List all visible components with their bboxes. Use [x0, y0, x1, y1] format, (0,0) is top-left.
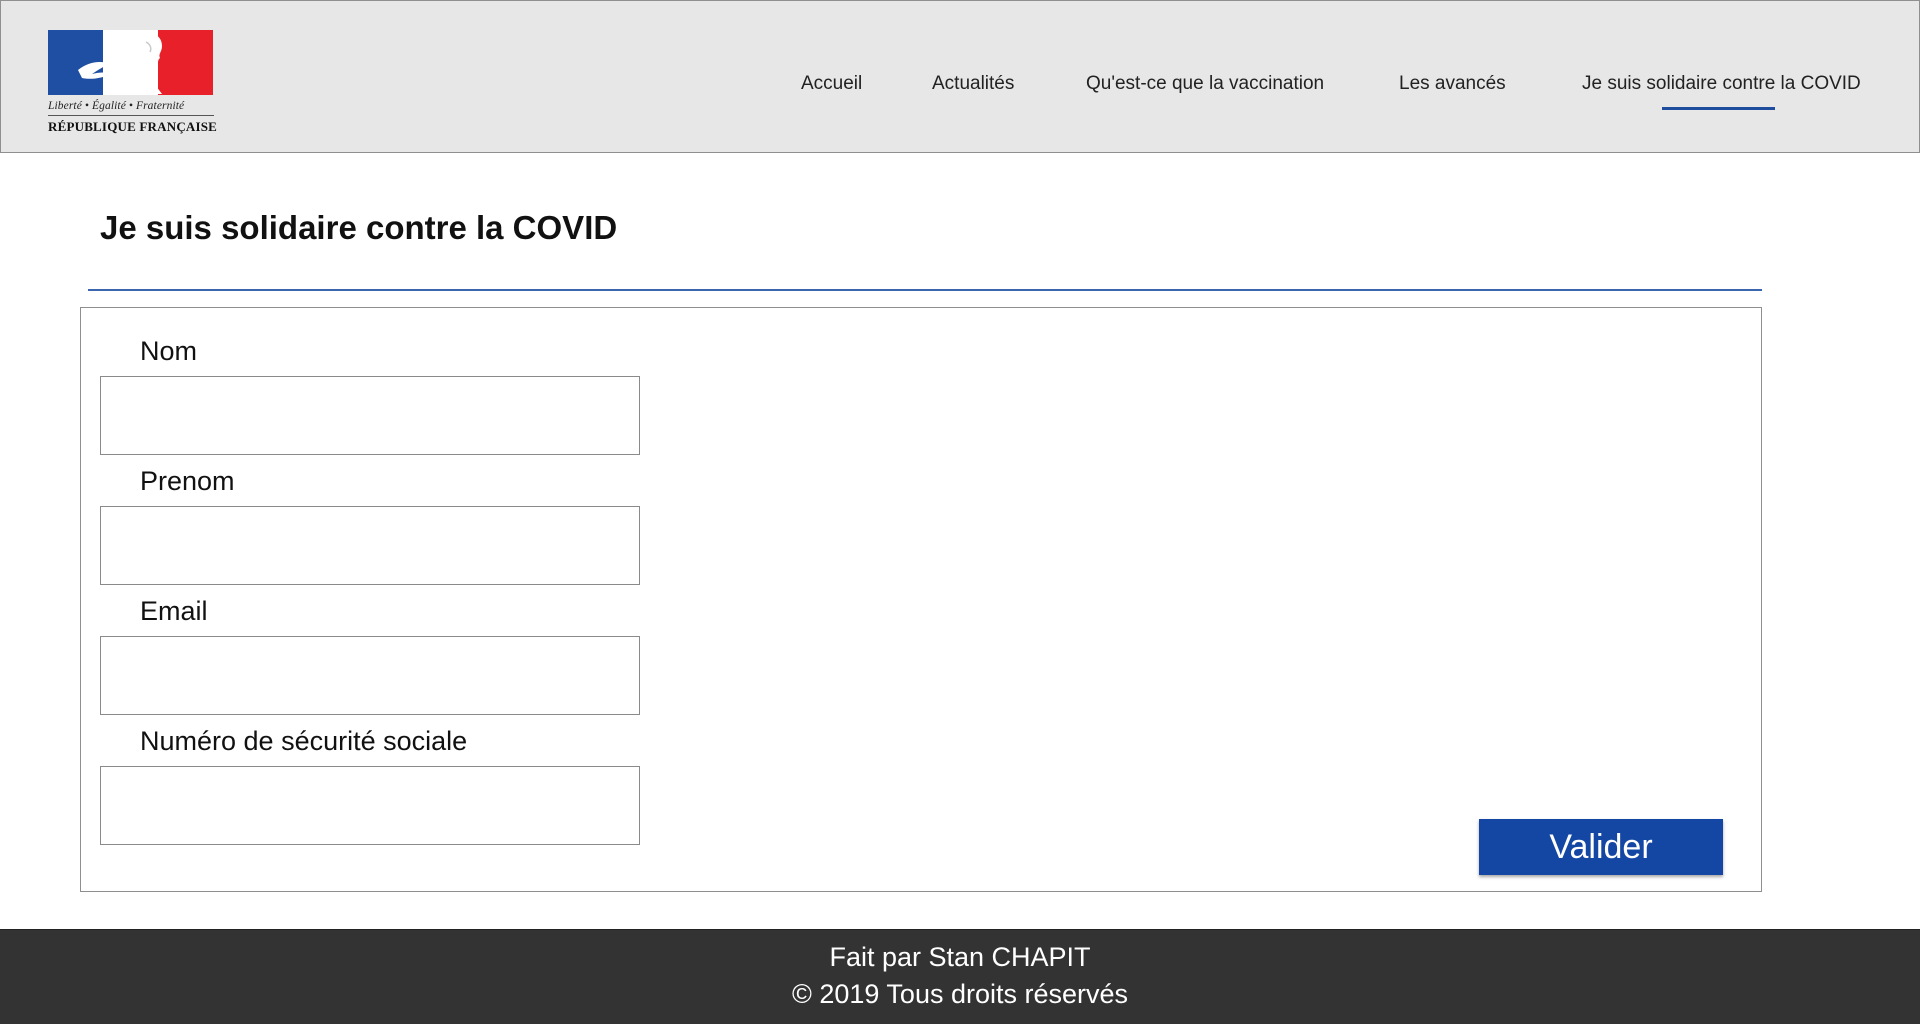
logo-divider: [48, 115, 214, 116]
securite-sociale-input[interactable]: [100, 766, 640, 845]
securite-sociale-label: Numéro de sécurité sociale: [140, 726, 468, 756]
nav-active-indicator: [1662, 107, 1775, 110]
prenom-input[interactable]: [100, 506, 640, 585]
footer-credit: Fait par Stan CHAPIT: [829, 942, 1091, 972]
page-title: Je suis solidaire contre la COVID: [100, 209, 618, 246]
nav-avances[interactable]: Les avancés: [1399, 73, 1506, 95]
logo-motto: Liberté • Égalité • Fraternité: [48, 100, 185, 112]
email-label: Email: [140, 596, 208, 626]
nav-actualites[interactable]: Actualités: [932, 73, 1014, 95]
title-divider: [88, 289, 1762, 291]
footer-copyright: © 2019 Tous droits réservés: [791, 979, 1129, 1009]
nav-solidaire[interactable]: Je suis solidaire contre la COVID: [1582, 73, 1861, 95]
nav-vaccination[interactable]: Qu'est-ce que la vaccination: [1086, 73, 1324, 95]
nav-accueil[interactable]: Accueil: [801, 73, 862, 95]
valider-button[interactable]: Valider: [1479, 819, 1723, 875]
prenom-label: Prenom: [140, 466, 235, 496]
nom-input[interactable]: [100, 376, 640, 455]
marianne-flag-icon: [48, 30, 213, 95]
site-footer: Fait par Stan CHAPIT © 2019 Tous droits …: [0, 929, 1920, 1024]
site-header: Liberté • Égalité • Fraternité RÉPUBLIQU…: [0, 0, 1920, 153]
republique-francaise-logo[interactable]: Liberté • Égalité • Fraternité RÉPUBLIQU…: [48, 30, 218, 135]
logo-name: RÉPUBLIQUE FRANÇAISE: [48, 119, 218, 134]
nom-label: Nom: [140, 336, 198, 366]
email-input[interactable]: [100, 636, 640, 715]
